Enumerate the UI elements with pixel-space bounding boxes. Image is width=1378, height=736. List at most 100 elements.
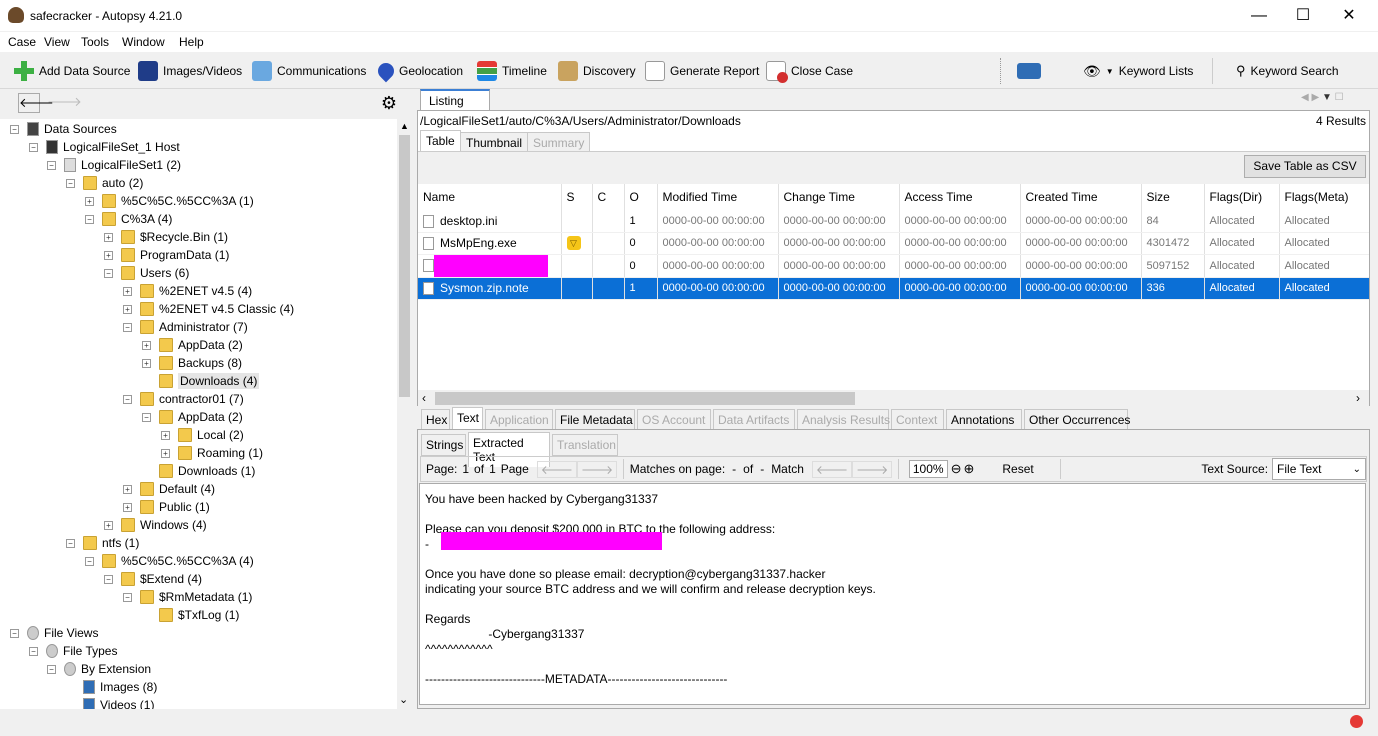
prev-page-button[interactable]: 🡐: [536, 460, 577, 478]
column-header[interactable]: Size: [1141, 184, 1205, 210]
column-header[interactable]: Flags(Dir): [1204, 184, 1280, 210]
expand-toggle-icon[interactable]: +: [142, 340, 151, 350]
tree-node[interactable]: − By Extension: [47, 660, 151, 678]
column-header[interactable]: C: [592, 184, 625, 210]
scroll-up-arrow-icon[interactable]: ▲: [400, 121, 409, 131]
expand-toggle-icon[interactable]: +: [161, 448, 170, 458]
table-row[interactable]: Sysmon.zip.note 1 0000-00-00 00:00:00 0000-…: [418, 277, 1369, 300]
expand-toggle-icon[interactable]: +: [123, 502, 132, 512]
tree-node[interactable]: Downloads (1): [142, 462, 255, 480]
tree-node[interactable]: − C%3A (4): [85, 210, 172, 228]
expand-toggle-icon[interactable]: +: [123, 286, 132, 296]
column-header[interactable]: Access Time: [899, 184, 1021, 210]
prev-match-button[interactable]: 🡐: [811, 460, 853, 478]
scroll-right-arrow-icon[interactable]: ›: [1356, 391, 1360, 405]
tree-node[interactable]: Downloads (4): [142, 372, 260, 390]
content-tab[interactable]: Context: [891, 409, 944, 431]
expand-toggle-icon[interactable]: +: [104, 232, 113, 242]
tree-node[interactable]: − contractor01 (7): [123, 390, 244, 408]
tree-node[interactable]: − LogicalFileSet1 (2): [47, 156, 181, 174]
collapse-toggle-icon[interactable]: −: [47, 664, 56, 674]
menu-view[interactable]: View: [44, 35, 70, 49]
tree-node[interactable]: + %5C%5C.%5CC%3A (1): [85, 192, 254, 210]
close-case-button[interactable]: Close Case: [766, 60, 853, 83]
collapse-toggle-icon[interactable]: −: [66, 538, 75, 548]
listing-tab[interactable]: Listing: [420, 89, 490, 111]
table-scroll-thumb[interactable]: [435, 392, 855, 405]
collapse-toggle-icon[interactable]: −: [123, 322, 132, 332]
collapse-toggle-icon[interactable]: −: [10, 124, 19, 134]
table-row[interactable]: desktop.ini 1 0000-00-00 00:00:00 0000-00-0…: [418, 210, 1369, 233]
collapse-toggle-icon[interactable]: −: [142, 412, 151, 422]
tree-node[interactable]: − Administrator (7): [123, 318, 248, 336]
scroll-left-arrow-icon[interactable]: ‹: [422, 391, 426, 405]
next-page-button[interactable]: 🡒: [576, 460, 618, 478]
tree-node[interactable]: Images (8): [66, 678, 157, 696]
scroll-down-arrow-icon[interactable]: ⌄: [399, 693, 408, 706]
content-tab[interactable]: Application: [485, 409, 553, 431]
collapse-toggle-icon[interactable]: −: [29, 646, 38, 656]
tree-node[interactable]: − Users (6): [104, 264, 189, 282]
zoom-field[interactable]: 100%: [908, 460, 948, 478]
collapse-toggle-icon[interactable]: −: [123, 592, 132, 602]
forward-button[interactable]: 🡒: [47, 93, 82, 113]
column-header[interactable]: Created Time: [1020, 184, 1142, 210]
generate-report-button[interactable]: Generate Report: [645, 60, 759, 82]
reset-zoom-button[interactable]: Reset: [1002, 462, 1033, 476]
expand-toggle-icon[interactable]: +: [161, 430, 170, 440]
column-header[interactable]: O: [624, 184, 658, 210]
tree-node[interactable]: + Backups (8): [142, 354, 242, 372]
communications-button[interactable]: Communications: [252, 60, 366, 82]
maximize-button[interactable]: ☐: [1280, 0, 1326, 32]
column-header[interactable]: S: [561, 184, 593, 210]
tree-node[interactable]: − File Views: [10, 624, 98, 642]
zoom-in-icon[interactable]: ⊕: [963, 461, 974, 477]
save-csv-button[interactable]: Save Table as CSV: [1244, 155, 1366, 178]
expand-toggle-icon[interactable]: +: [123, 304, 132, 314]
add-data-source-button[interactable]: Add Data Source: [14, 60, 130, 82]
timeline-button[interactable]: Timeline: [477, 60, 547, 82]
text-source-dropdown[interactable]: File Text ⌄: [1272, 458, 1366, 480]
collapse-toggle-icon[interactable]: −: [123, 394, 132, 404]
tree-node[interactable]: + %2ENET v4.5 Classic (4): [123, 300, 294, 318]
tree-node[interactable]: + Roaming (1): [161, 444, 263, 462]
tree-node[interactable]: − %5C%5C.%5CC%3A (4): [85, 552, 254, 570]
error-indicator-icon[interactable]: [1350, 715, 1363, 728]
tree-scroll-thumb[interactable]: [399, 135, 410, 397]
text-tab[interactable]: Translation: [552, 434, 618, 456]
collapse-toggle-icon[interactable]: −: [85, 556, 94, 566]
collapse-toggle-icon[interactable]: −: [66, 178, 75, 188]
tree-vertical-scrollbar[interactable]: ▲ ⌄: [397, 119, 412, 709]
tree-node[interactable]: + AppData (2): [142, 336, 243, 354]
tree-node[interactable]: + Public (1): [123, 498, 210, 516]
tree-node[interactable]: − $Extend (4): [104, 570, 202, 588]
tree-node[interactable]: + $Recycle.Bin (1): [104, 228, 228, 246]
close-window-button[interactable]: ✕: [1326, 0, 1372, 32]
expand-toggle-icon[interactable]: +: [104, 520, 113, 530]
menu-tools[interactable]: Tools: [81, 35, 109, 49]
next-match-button[interactable]: 🡒: [852, 460, 893, 478]
keyword-lists-button[interactable]: 👁 ▼ Keyword Lists: [1083, 60, 1193, 82]
extracted-text-area[interactable]: You have been hacked by Cybergang31337 Pl…: [419, 483, 1366, 705]
tree-node[interactable]: $TxfLog (1): [142, 606, 239, 624]
tree-node[interactable]: + Default (4): [123, 480, 215, 498]
collapse-toggle-icon[interactable]: −: [29, 142, 38, 152]
tree-node[interactable]: + Local (2): [161, 426, 244, 444]
collapse-toggle-icon[interactable]: −: [104, 574, 113, 584]
tree-node[interactable]: − File Types: [29, 642, 117, 660]
content-tab[interactable]: File Metadata: [555, 409, 635, 431]
tree-node[interactable]: + ProgramData (1): [104, 246, 229, 264]
discovery-button[interactable]: Discovery: [558, 60, 636, 82]
expand-toggle-icon[interactable]: +: [85, 196, 94, 206]
collapse-toggle-icon[interactable]: −: [85, 214, 94, 224]
subtab-table[interactable]: Table: [420, 130, 461, 151]
content-tab[interactable]: Text: [452, 407, 483, 429]
tree-node[interactable]: − AppData (2): [142, 408, 243, 426]
text-tab[interactable]: Strings: [421, 434, 466, 456]
expand-toggle-icon[interactable]: +: [104, 250, 113, 260]
content-tab[interactable]: Hex: [421, 409, 450, 431]
content-tab[interactable]: Other Occurrences: [1024, 409, 1130, 431]
tree-node[interactable]: − $RmMetadata (1): [123, 588, 252, 606]
collapse-toggle-icon[interactable]: −: [104, 268, 113, 278]
tree-node[interactable]: − auto (2): [66, 174, 143, 192]
